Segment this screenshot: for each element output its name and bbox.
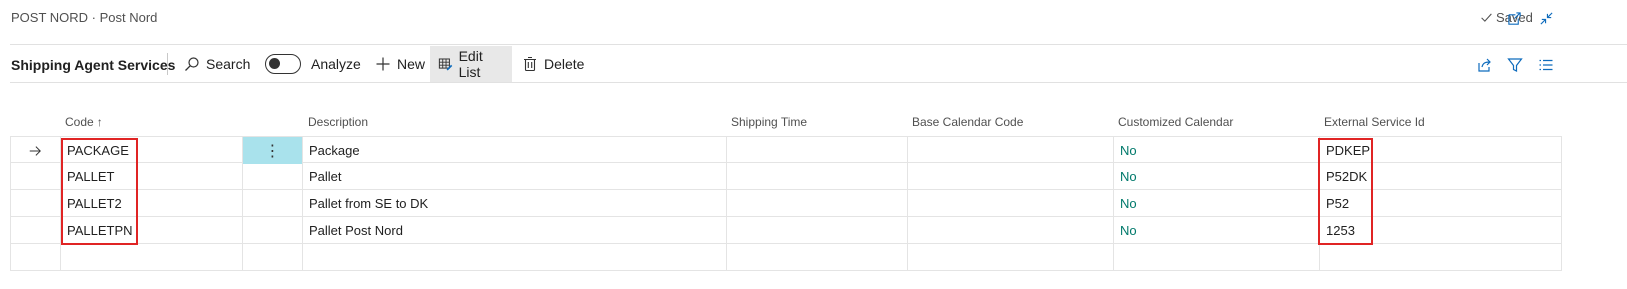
title-bar: POST NORD · Post Nord Saved xyxy=(0,0,1627,36)
shipping-time-cell[interactable] xyxy=(726,244,907,271)
delete-label: Delete xyxy=(544,56,585,72)
sort-ascending-icon: ↑ xyxy=(96,115,103,129)
analyze-toggle[interactable]: Analyze xyxy=(257,46,369,82)
edit-list-icon xyxy=(438,58,453,71)
action-bar: Shipping Agent Services Search Analyze N… xyxy=(0,46,1627,82)
shipping-time-cell[interactable] xyxy=(726,190,907,217)
description-cell[interactable]: Package xyxy=(302,137,726,164)
external-service-id-cell[interactable]: 1253 xyxy=(1319,217,1562,244)
new-button[interactable]: New xyxy=(367,46,433,82)
external-service-id-cell[interactable] xyxy=(1319,244,1562,271)
description-cell[interactable]: Pallet from SE to DK xyxy=(302,190,726,217)
shipping-time-cell[interactable] xyxy=(726,217,907,244)
divider xyxy=(167,53,168,75)
column-header-shipping-time[interactable]: Shipping Time xyxy=(731,108,807,136)
table-row[interactable]: PALLET Pallet No P52DK xyxy=(10,163,1562,190)
description-cell[interactable] xyxy=(302,244,726,271)
toggle-switch[interactable] xyxy=(265,54,301,74)
code-cell[interactable]: PALLET xyxy=(60,163,242,190)
external-service-id-cell[interactable]: PDKEP xyxy=(1319,137,1562,164)
shipping-time-cell[interactable] xyxy=(726,137,907,164)
search-button[interactable]: Search xyxy=(176,46,258,82)
customized-calendar-cell[interactable] xyxy=(1113,244,1319,271)
code-cell[interactable]: PALLETPN xyxy=(60,217,242,244)
column-header-description[interactable]: Description xyxy=(308,108,368,136)
row-actions-cell[interactable] xyxy=(242,217,302,244)
edit-list-label: Edit List xyxy=(458,48,483,80)
delete-button[interactable]: Delete xyxy=(514,46,592,82)
customized-calendar-cell[interactable]: No xyxy=(1113,217,1319,244)
shipping-time-cell[interactable] xyxy=(726,163,907,190)
share-icon[interactable] xyxy=(1474,55,1494,75)
row-actions-button[interactable]: ⋮ xyxy=(242,137,302,164)
base-calendar-code-cell[interactable] xyxy=(907,137,1113,164)
current-row-arrow-icon xyxy=(10,137,60,164)
search-icon xyxy=(185,57,199,71)
base-calendar-code-cell[interactable] xyxy=(907,217,1113,244)
analyze-label: Analyze xyxy=(311,56,361,72)
customized-calendar-cell[interactable]: No xyxy=(1113,137,1319,164)
row-marker xyxy=(10,217,60,244)
column-header-customized-calendar[interactable]: Customized Calendar xyxy=(1118,108,1233,136)
row-marker xyxy=(10,190,60,217)
row-actions-cell[interactable] xyxy=(242,190,302,217)
customized-calendar-cell[interactable]: No xyxy=(1113,190,1319,217)
open-new-window-icon[interactable] xyxy=(1505,9,1523,27)
customized-calendar-cell[interactable]: No xyxy=(1113,163,1319,190)
code-cell[interactable] xyxy=(60,244,242,271)
external-service-id-cell[interactable]: P52DK xyxy=(1319,163,1562,190)
column-header-code[interactable]: Code ↑ xyxy=(65,108,103,136)
column-header-base-calendar-code[interactable]: Base Calendar Code xyxy=(912,108,1023,136)
row-marker xyxy=(10,163,60,190)
checkmark-icon xyxy=(1481,13,1492,22)
description-cell[interactable]: Pallet Post Nord xyxy=(302,217,726,244)
column-header-code-label: Code xyxy=(65,115,94,129)
table-row[interactable]: PALLET2 Pallet from SE to DK No P52 xyxy=(10,190,1562,217)
grid-border xyxy=(1561,136,1562,271)
edit-list-button[interactable]: Edit List xyxy=(430,46,512,82)
base-calendar-code-cell[interactable] xyxy=(907,163,1113,190)
list-view-icon[interactable] xyxy=(1536,55,1556,75)
table-row[interactable]: PALLETPN Pallet Post Nord No 1253 xyxy=(10,217,1562,244)
page-title: POST NORD · Post Nord xyxy=(11,10,158,25)
row-actions-cell[interactable] xyxy=(242,244,302,271)
row-marker xyxy=(10,244,60,271)
plus-icon xyxy=(376,57,390,71)
base-calendar-code-cell[interactable] xyxy=(907,244,1113,271)
row-actions-cell[interactable] xyxy=(242,163,302,190)
search-label: Search xyxy=(206,56,251,72)
external-service-id-cell[interactable]: P52 xyxy=(1319,190,1562,217)
description-cell[interactable]: Pallet xyxy=(302,163,726,190)
grid-border xyxy=(10,136,11,271)
new-label: New xyxy=(397,56,426,72)
new-row[interactable] xyxy=(10,244,1562,271)
filter-icon[interactable] xyxy=(1505,55,1525,75)
table-row[interactable]: PACKAGE ⋮ Package No PDKEP xyxy=(10,136,1562,164)
page-caption: Shipping Agent Services xyxy=(11,57,176,73)
trash-icon xyxy=(524,56,536,72)
base-calendar-code-cell[interactable] xyxy=(907,190,1113,217)
divider xyxy=(10,82,1627,83)
collapse-icon[interactable] xyxy=(1537,9,1555,27)
column-header-external-service-id[interactable]: External Service Id xyxy=(1324,108,1425,136)
divider xyxy=(10,44,1627,45)
code-cell[interactable]: PACKAGE xyxy=(60,137,242,164)
code-cell[interactable]: PALLET2 xyxy=(60,190,242,217)
